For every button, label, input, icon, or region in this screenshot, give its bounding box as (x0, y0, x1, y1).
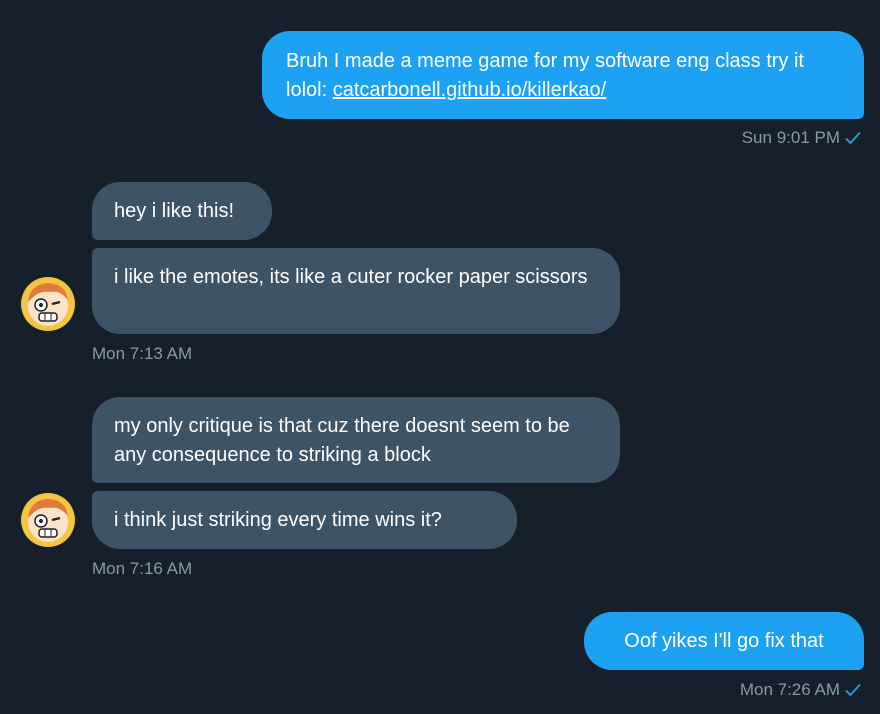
message-timestamp: Mon 7:16 AM (92, 559, 193, 578)
sender-avatar[interactable] (20, 492, 76, 548)
check-icon (844, 682, 862, 704)
avatar-cartoon-face-icon (21, 493, 75, 547)
message-timestamp-row: Mon 7:26 AM (740, 679, 862, 704)
message-timestamp-row: Sun 9:01 PM (742, 127, 862, 152)
incoming-message-bubble[interactable]: i think just striking every time wins it… (92, 491, 517, 549)
message-timestamp: Mon 7:13 AM (92, 344, 193, 363)
sender-avatar[interactable] (20, 276, 76, 332)
message-text: i like the emotes, its like a cuter rock… (114, 266, 588, 288)
outgoing-message-bubble[interactable]: Oof yikes I'll go fix that (584, 612, 864, 670)
check-icon (844, 130, 862, 152)
incoming-message-bubble[interactable]: i like the emotes, its like a cuter rock… (92, 248, 620, 334)
message-timestamp: Sun 9:01 PM (741, 128, 840, 147)
message-text: my only critique is that cuz there doesn… (114, 415, 570, 466)
message-text: i think just striking every time wins it… (114, 509, 442, 531)
dm-conversation: Bruh I made a meme game for my software … (0, 0, 880, 714)
message-link[interactable]: catcarbonell.github.io/killerkao/ (333, 79, 607, 101)
incoming-message-bubble[interactable]: hey i like this! (92, 182, 272, 240)
message-timestamp: Mon 7:26 AM (739, 680, 840, 699)
message-text: hey i like this! (114, 200, 235, 222)
outgoing-message-bubble[interactable]: Bruh I made a meme game for my software … (262, 31, 864, 119)
avatar-cartoon-face-icon (21, 277, 75, 331)
incoming-message-bubble[interactable]: my only critique is that cuz there doesn… (92, 397, 620, 483)
message-text: Oof yikes I'll go fix that (624, 630, 824, 652)
